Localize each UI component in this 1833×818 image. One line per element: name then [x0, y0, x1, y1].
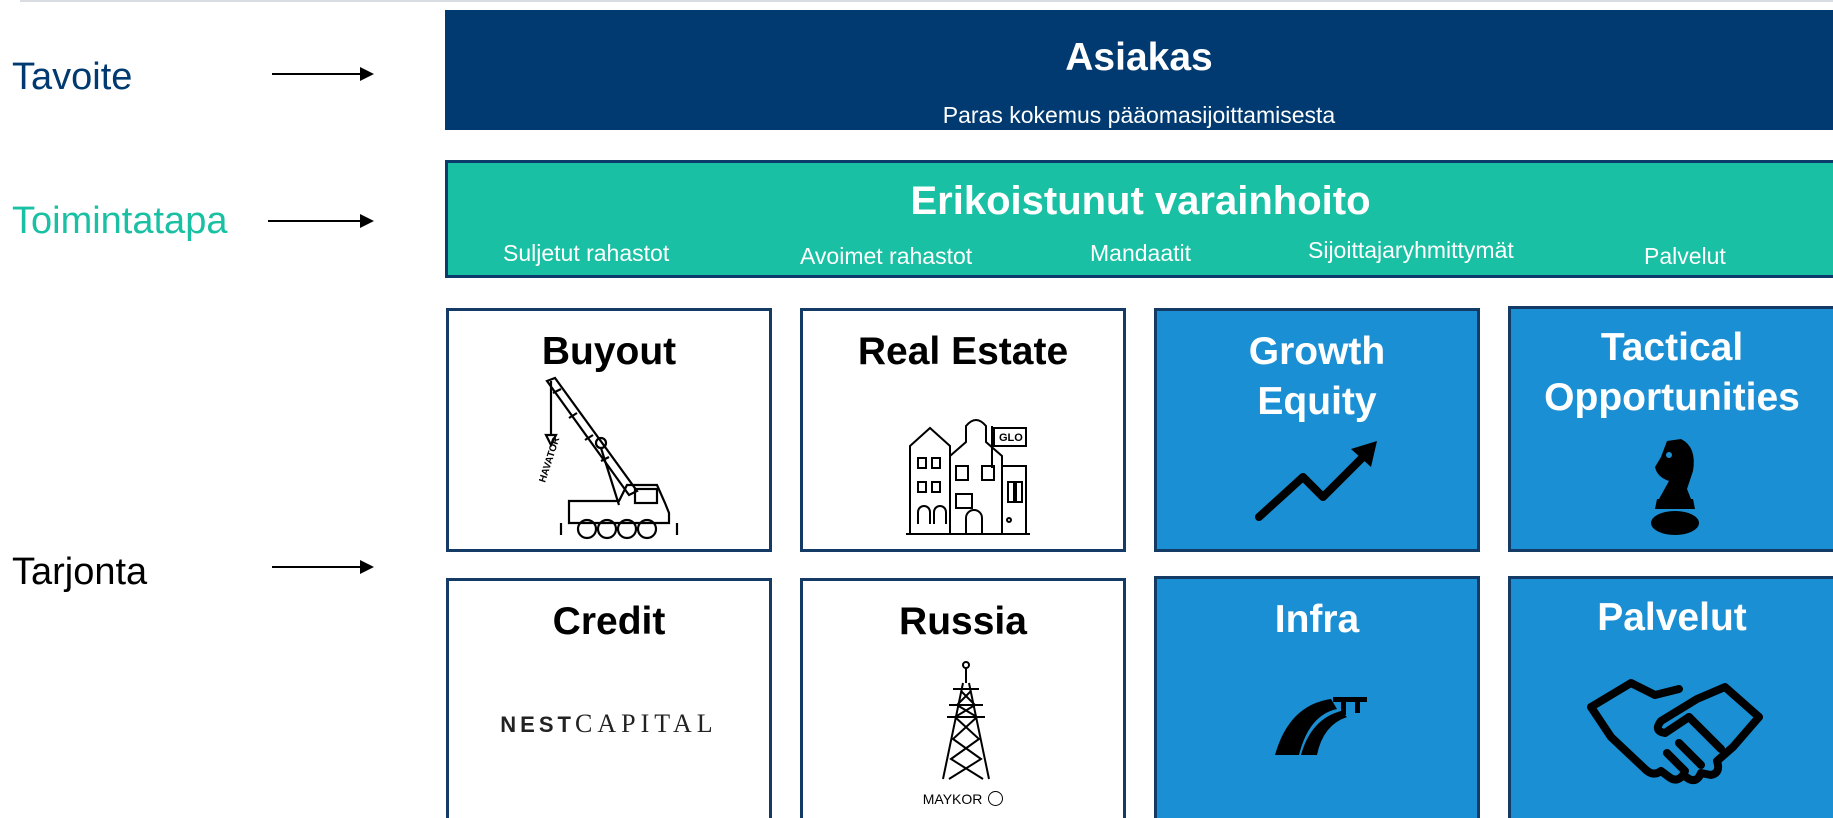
maykor-logo-text: MAYKOR	[922, 791, 983, 807]
label-toimintatapa: Toimintatapa	[12, 200, 228, 242]
mid-item-services: Palvelut	[1644, 243, 1726, 269]
palvelut-title: Palvelut	[1597, 596, 1747, 639]
offering-buyout: Buyout HAVATOR	[446, 308, 772, 552]
maykor-logo: MAYKOR	[803, 791, 1123, 807]
customer-title: Asiakas	[1065, 36, 1213, 79]
chess-knight-icon	[1651, 439, 1699, 535]
tactical-title-line-1: Tactical	[1600, 326, 1744, 369]
crane-icon: HAVATOR	[539, 376, 679, 540]
building-icon: GLO	[906, 419, 1030, 535]
power-tower-icon	[942, 661, 990, 780]
real-estate-title: Real Estate	[857, 330, 1069, 373]
buyout-title: Buyout	[541, 330, 677, 373]
growth-equity-title-line-1: Growth	[1248, 330, 1386, 373]
growth-equity-title-line-2: Equity	[1257, 380, 1377, 423]
label-tavoite: Tavoite	[12, 56, 133, 98]
arrow-toimintatapa	[268, 214, 374, 228]
arrow-tarjonta	[272, 560, 374, 574]
mid-item-closed-funds: Suljetut rahastot	[503, 240, 670, 266]
handshake-icon	[1587, 679, 1763, 785]
credit-title: Credit	[552, 600, 666, 643]
asset-management-title: Erikoistunut varainhoito	[910, 179, 1371, 223]
offering-real-estate: Real Estate GLO	[800, 308, 1126, 552]
road-icon	[1275, 697, 1367, 755]
offering-infra: Infra	[1154, 576, 1480, 818]
building-sign-text: GLO	[999, 432, 1023, 444]
offering-russia: Russia MAYKOR	[800, 578, 1126, 818]
offering-tactical-opportunities: Tactical Opportunities	[1508, 306, 1833, 552]
mid-item-investor-groups: Sijoittajaryhmittymät	[1308, 237, 1514, 263]
mid-item-open-funds: Avoimet rahastot	[800, 243, 973, 269]
offering-palvelut: Palvelut	[1508, 576, 1833, 818]
customer-band: Asiakas Paras kokemus pääomasijoittamise…	[445, 10, 1833, 130]
trend-arrow-icon	[1255, 441, 1377, 521]
nest-capital-logo-bold: NEST	[500, 712, 575, 737]
nest-capital-logo: NESTCAPITAL	[449, 709, 769, 739]
label-tarjonta: Tarjonta	[12, 551, 148, 593]
offering-growth-equity: Growth Equity	[1154, 308, 1480, 552]
offering-credit: Credit NESTCAPITAL	[446, 578, 772, 818]
nest-capital-logo-rest: CAPITAL	[574, 709, 718, 738]
customer-subtitle: Paras kokemus pääomasijoittamisesta	[942, 102, 1336, 128]
russia-title: Russia	[899, 600, 1027, 643]
top-divider	[20, 0, 1833, 2]
maykor-cube-icon	[988, 791, 1004, 806]
tactical-title-line-2: Opportunities	[1544, 376, 1800, 419]
asset-management-band: Erikoistunut varainhoito Suljetut rahast…	[445, 160, 1833, 278]
arrow-tavoite	[272, 67, 374, 81]
infra-title: Infra	[1274, 598, 1360, 641]
crane-brand-text: HAVATOR	[539, 435, 563, 484]
mid-item-mandates: Mandaatit	[1090, 240, 1192, 266]
